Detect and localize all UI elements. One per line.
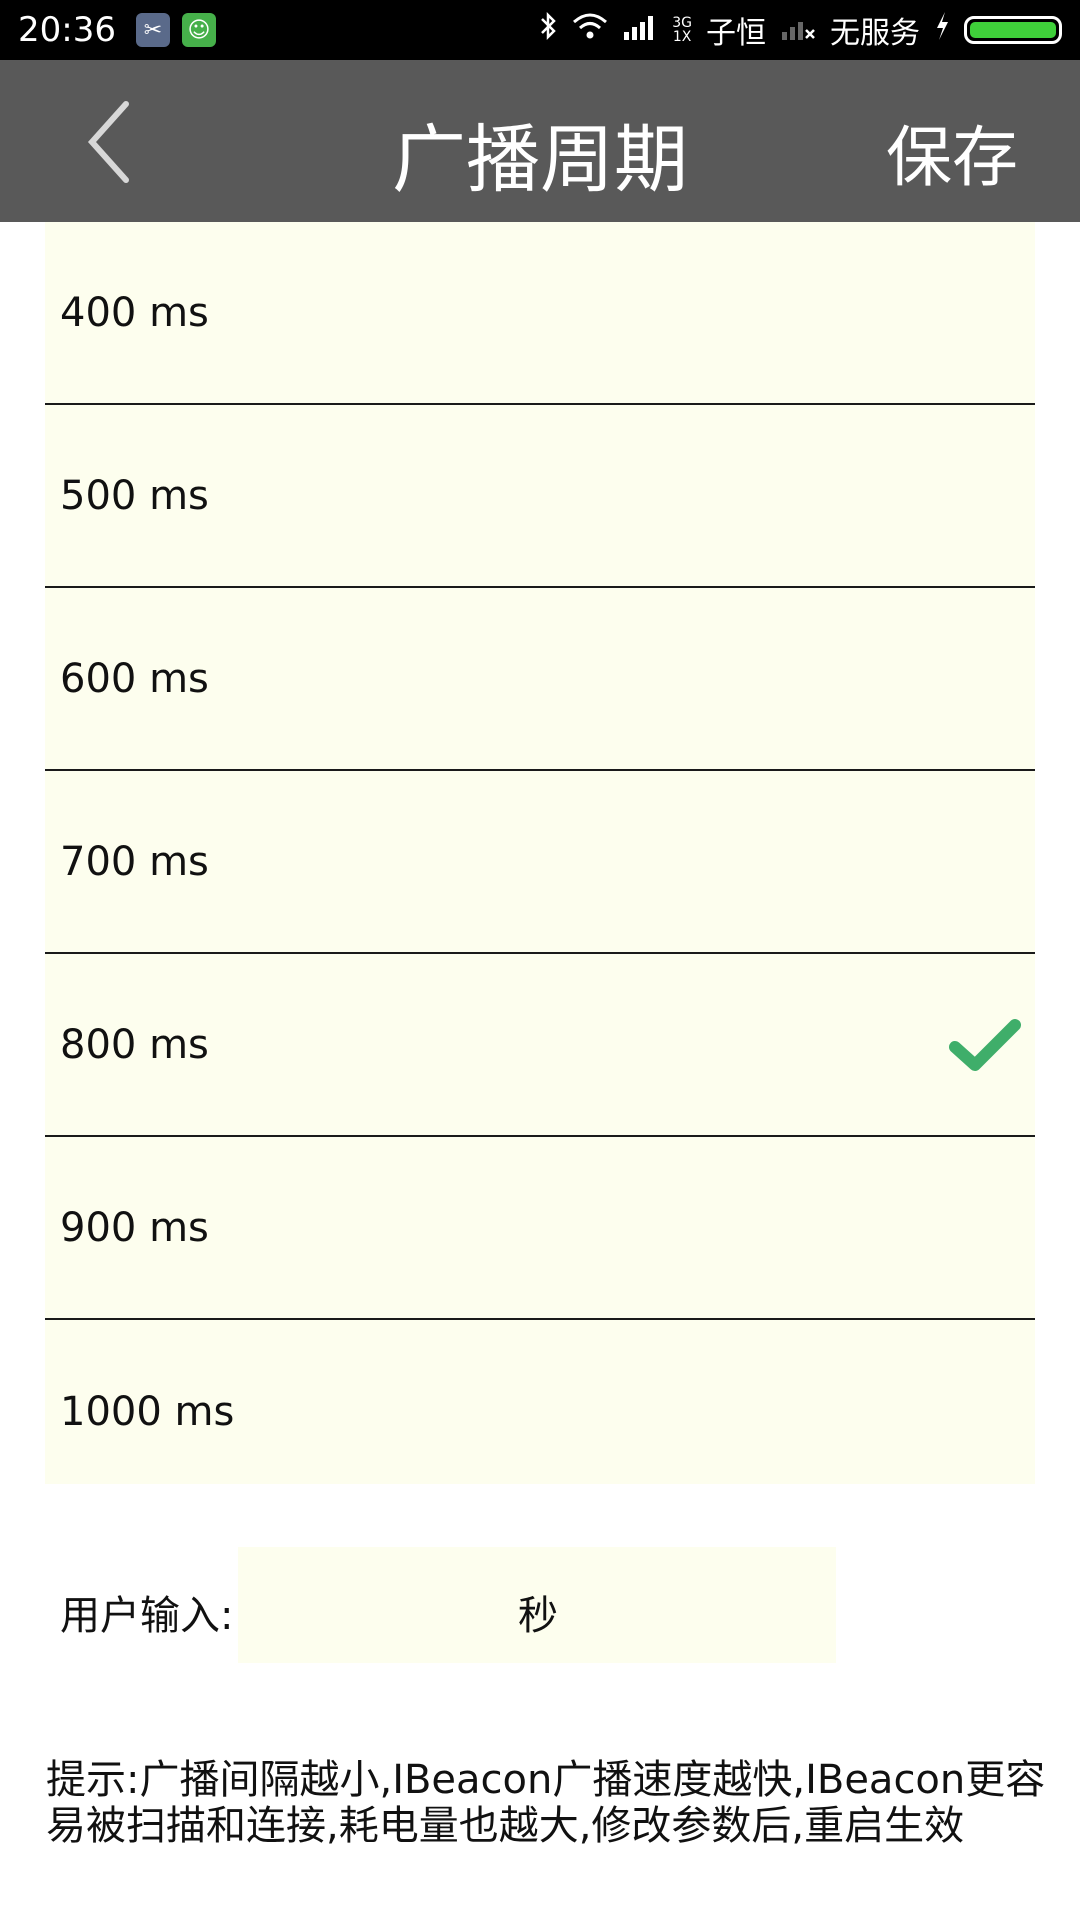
list-item[interactable]: 1000 ms xyxy=(45,1320,1035,1503)
save-button[interactable]: 保存 xyxy=(886,104,1018,200)
app-icon: ☺ xyxy=(181,13,216,47)
option-label: 600 ms xyxy=(60,655,209,702)
unit-label: 秒 xyxy=(518,1593,558,1639)
no-service-text: 无服务 xyxy=(830,16,920,51)
bluetooth-icon xyxy=(538,11,558,49)
option-label: 700 ms xyxy=(60,838,209,885)
signal-icon xyxy=(622,13,658,48)
option-label: 900 ms xyxy=(60,1204,209,1251)
status-bar: 20:36 ✂ ☺ 3G 1X 子恒 无服务 xyxy=(0,0,1080,60)
list-item[interactable]: 600 ms xyxy=(45,588,1035,771)
wifi-icon xyxy=(572,12,608,48)
status-time: 20:36 xyxy=(18,10,116,50)
checkmark-icon xyxy=(949,1018,1021,1071)
carrier-name: 子恒 xyxy=(706,16,766,51)
battery-icon xyxy=(964,16,1062,44)
user-input-label: 用户输入: xyxy=(60,1593,234,1639)
hint-text: 提示:广播间隔越小,IBeacon广播速度越快,IBeacon更容易被扫描和连接… xyxy=(46,1757,1046,1849)
interval-option-list: 400 ms 500 ms 600 ms 700 ms 800 ms 900 m… xyxy=(45,222,1035,1484)
list-item[interactable]: 400 ms xyxy=(45,222,1035,405)
list-item-selected[interactable]: 800 ms xyxy=(45,954,1035,1137)
option-label: 1000 ms xyxy=(60,1388,235,1435)
app-header: 广播周期 保存 xyxy=(0,60,1080,222)
list-item[interactable]: 700 ms xyxy=(45,771,1035,954)
app-icon: ✂ xyxy=(135,13,170,47)
list-item[interactable]: 500 ms xyxy=(45,405,1035,588)
network-type: 3G 1X xyxy=(672,15,692,45)
charging-icon xyxy=(934,11,950,49)
signal-icon xyxy=(780,13,816,48)
list-item[interactable]: 900 ms xyxy=(45,1137,1035,1320)
option-label: 400 ms xyxy=(60,289,209,336)
option-label: 800 ms xyxy=(60,1021,209,1068)
option-label: 500 ms xyxy=(60,472,209,519)
